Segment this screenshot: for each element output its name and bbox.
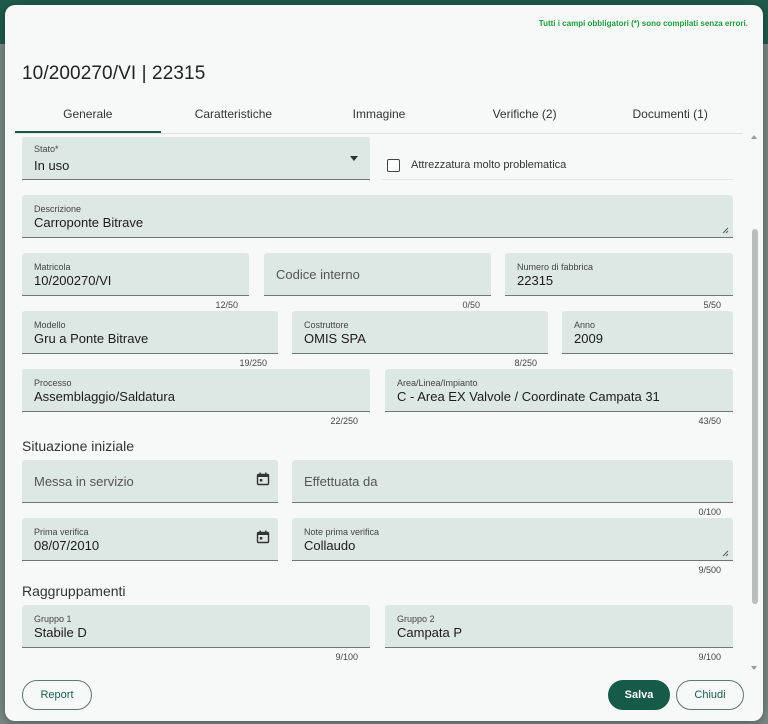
effettuata-da-placeholder: Effettuata da xyxy=(304,474,378,489)
checkbox-divider xyxy=(381,179,733,180)
note-prima-verifica-label: Note prima verifica xyxy=(304,527,380,537)
matricola-counter: 12/50 xyxy=(215,300,238,310)
codice-interno-placeholder: Codice interno xyxy=(276,267,360,282)
matricola-field[interactable]: Matricola 10/200270/VI xyxy=(22,253,249,296)
messa-servizio-field[interactable]: Messa in servizio xyxy=(22,460,278,503)
tab-verifiche[interactable]: Verifiche (2) xyxy=(452,95,598,133)
tab-documenti[interactable]: Documenti (1) xyxy=(597,95,743,133)
note-prima-verifica-field[interactable]: Note prima verifica Collaudo xyxy=(292,518,733,561)
situazione-section-title: Situazione iniziale xyxy=(22,438,135,454)
area-value: C - Area EX Valvole / Coordinate Campata… xyxy=(397,389,660,404)
modello-counter: 19/250 xyxy=(239,358,267,368)
calendar-icon[interactable] xyxy=(256,472,270,486)
scroll-down-arrow-icon[interactable] xyxy=(751,666,757,670)
modello-label: Modello xyxy=(34,320,66,330)
gruppo1-label: Gruppo 1 xyxy=(34,614,72,624)
form-content: Stato* In uso Attrezzatura molto problem… xyxy=(5,135,763,665)
gruppo1-field[interactable]: Gruppo 1 Stabile D xyxy=(22,605,370,648)
processo-value: Assemblaggio/Saldatura xyxy=(34,389,175,404)
anno-field[interactable]: Anno 2009 xyxy=(562,311,733,354)
note-prima-verifica-value: Collaudo xyxy=(304,538,356,553)
gruppo1-counter: 9/100 xyxy=(335,652,358,662)
calendar-icon[interactable] xyxy=(256,530,270,544)
gruppo1-value: Stabile D xyxy=(34,625,87,640)
note-prima-verifica-counter: 9/500 xyxy=(698,565,721,575)
stato-label: Stato* xyxy=(34,144,59,154)
scrollbar-thumb[interactable] xyxy=(752,229,758,604)
messa-servizio-placeholder: Messa in servizio xyxy=(34,474,134,489)
tab-immagine[interactable]: Immagine xyxy=(306,95,452,133)
matricola-label: Matricola xyxy=(34,262,71,272)
modello-field[interactable]: Modello Gru a Ponte Bitrave xyxy=(22,311,278,354)
costruttore-field[interactable]: Costruttore OMIS SPA xyxy=(292,311,548,354)
processo-counter: 22/250 xyxy=(330,416,358,426)
report-button[interactable]: Report xyxy=(22,680,92,710)
area-counter: 43/50 xyxy=(698,416,721,426)
descrizione-label: Descrizione xyxy=(34,204,82,214)
gruppo2-counter: 9/100 xyxy=(698,652,721,662)
attrezzatura-checkbox[interactable] xyxy=(387,159,400,172)
anno-value: 2009 xyxy=(574,331,603,346)
costruttore-value: OMIS SPA xyxy=(304,331,366,346)
raggruppamenti-section-title: Raggruppamenti xyxy=(22,583,126,599)
prima-verifica-value: 08/07/2010 xyxy=(34,538,100,553)
area-field[interactable]: Area/Linea/Impianto C - Area EX Valvole … xyxy=(385,369,733,412)
codice-interno-field[interactable]: Codice interno xyxy=(264,253,491,296)
stato-select[interactable]: Stato* In uso xyxy=(22,137,370,180)
processo-field[interactable]: Processo Assemblaggio/Saldatura xyxy=(22,369,370,412)
save-button[interactable]: Salva xyxy=(608,680,670,710)
effettuata-da-field[interactable]: Effettuata da xyxy=(292,460,733,503)
tab-caratteristiche[interactable]: Caratteristiche xyxy=(161,95,307,133)
matricola-value: 10/200270/VI xyxy=(34,273,112,288)
scrollbar[interactable] xyxy=(751,135,759,670)
gruppo2-label: Gruppo 2 xyxy=(397,614,435,624)
modello-value: Gru a Ponte Bitrave xyxy=(34,331,149,346)
attrezzatura-label: Attrezzatura molto problematica xyxy=(411,159,567,171)
descrizione-value: Carroponte Bitrave xyxy=(34,215,144,230)
resize-handle-icon[interactable] xyxy=(722,550,729,557)
gruppo2-field[interactable]: Gruppo 2 Campata P xyxy=(385,605,733,648)
scroll-up-arrow-icon[interactable] xyxy=(751,135,757,139)
edit-equipment-dialog: Tutti i campi obbligatori (*) sono compi… xyxy=(5,5,763,721)
anno-label: Anno xyxy=(574,320,596,330)
validation-message: Tutti i campi obbligatori (*) sono compi… xyxy=(538,19,748,28)
stato-value: In uso xyxy=(34,158,70,173)
numero-fabbrica-field[interactable]: Numero di fabbrica 22315 xyxy=(505,253,733,296)
numero-fabbrica-label: Numero di fabbrica xyxy=(517,262,594,272)
processo-label: Processo xyxy=(34,378,72,388)
prima-verifica-field[interactable]: Prima verifica 08/07/2010 xyxy=(22,518,278,561)
tab-bar: Generale Caratteristiche Immagine Verifi… xyxy=(15,95,743,133)
prima-verifica-label: Prima verifica xyxy=(34,527,89,537)
area-label: Area/Linea/Impianto xyxy=(397,378,478,388)
resize-handle-icon[interactable] xyxy=(722,227,729,234)
gruppo2-value: Campata P xyxy=(397,625,463,640)
costruttore-counter: 8/250 xyxy=(514,358,537,368)
effettuata-da-counter: 0/100 xyxy=(698,507,721,517)
codice-interno-counter: 0/50 xyxy=(462,300,480,310)
costruttore-label: Costruttore xyxy=(304,320,349,330)
close-button[interactable]: Chiudi xyxy=(676,680,744,710)
dropdown-arrow-icon xyxy=(350,156,358,161)
numero-fabbrica-value: 22315 xyxy=(517,273,554,288)
numero-fabbrica-counter: 5/50 xyxy=(703,300,721,310)
descrizione-field[interactable]: Descrizione Carroponte Bitrave xyxy=(22,195,733,238)
dialog-title: 10/200270/VI | 22315 xyxy=(22,63,206,84)
tab-generale[interactable]: Generale xyxy=(15,95,161,133)
tabs-divider xyxy=(15,133,743,134)
